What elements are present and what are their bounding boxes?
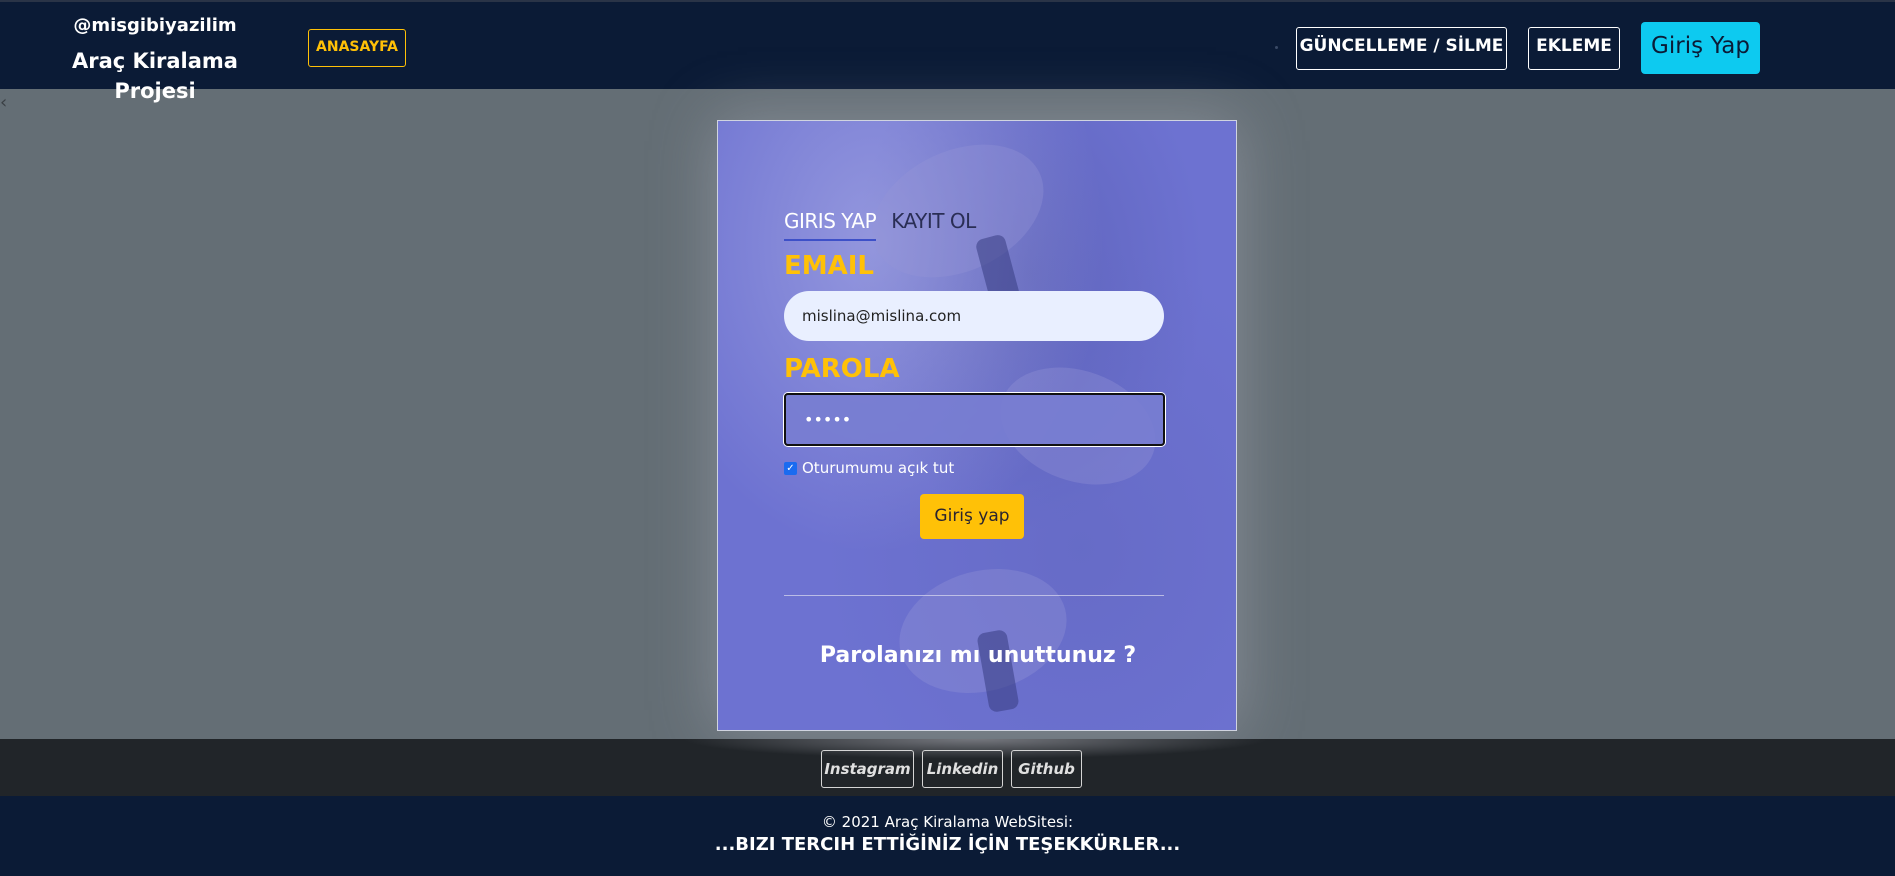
github-button[interactable]: Github	[1011, 750, 1082, 788]
email-label: EMAIL	[784, 251, 874, 281]
remember-label: Oturumumu açık tut	[802, 459, 955, 477]
remember-checkbox[interactable]: ✓	[784, 461, 797, 475]
top-navbar: @misgibiyazilim Araç Kiralama Projesi AN…	[0, 0, 1895, 103]
login-card: GIRIS YAP KAYIT OL EMAIL PAROLA ✓ Oturum…	[717, 120, 1237, 731]
tab-register[interactable]: KAYIT OL	[891, 209, 976, 239]
remember-me[interactable]: ✓ Oturumumu açık tut	[784, 459, 954, 477]
instagram-button[interactable]: Instagram	[821, 750, 914, 788]
email-field[interactable]	[784, 291, 1164, 341]
login-nav-button[interactable]: Giriş Yap	[1641, 22, 1760, 74]
brand-handle: @misgibiyazilim	[73, 15, 237, 36]
login-submit-button[interactable]: Giriş yap	[920, 494, 1024, 539]
footer-copyright: © 2021 Araç Kiralama WebSitesi:	[821, 813, 1074, 831]
nav-dot	[1275, 46, 1278, 49]
background-decoration	[885, 551, 1081, 711]
linkedin-button[interactable]: Linkedin	[922, 750, 1003, 788]
brand[interactable]: @misgibiyazilim Araç Kiralama Projesi	[40, 14, 270, 106]
password-field[interactable]	[784, 393, 1165, 446]
auth-tabs: GIRIS YAP KAYIT OL	[784, 209, 986, 245]
footer-thanks: ...BIZI TERCIH ETTİĞİNİZ İÇİN TEŞEKKÜRLE…	[714, 834, 1181, 855]
social-bar: Instagram Linkedin Github	[0, 739, 1895, 796]
divider	[784, 595, 1164, 596]
close-icon[interactable]: ‹	[0, 94, 10, 112]
footer: © 2021 Araç Kiralama WebSitesi: ...BIZI …	[0, 796, 1895, 876]
update-delete-button[interactable]: GÜNCELLEME / SİLME	[1296, 27, 1507, 70]
brand-title: Araç Kiralama Projesi	[72, 49, 238, 103]
forgot-password-link[interactable]: Parolanızı mı unuttunuz ?	[718, 643, 1236, 668]
add-button[interactable]: EKLEME	[1528, 27, 1620, 70]
tab-login[interactable]: GIRIS YAP	[784, 209, 877, 241]
password-label: PAROLA	[784, 354, 900, 384]
home-button[interactable]: ANASAYFA	[308, 29, 406, 67]
